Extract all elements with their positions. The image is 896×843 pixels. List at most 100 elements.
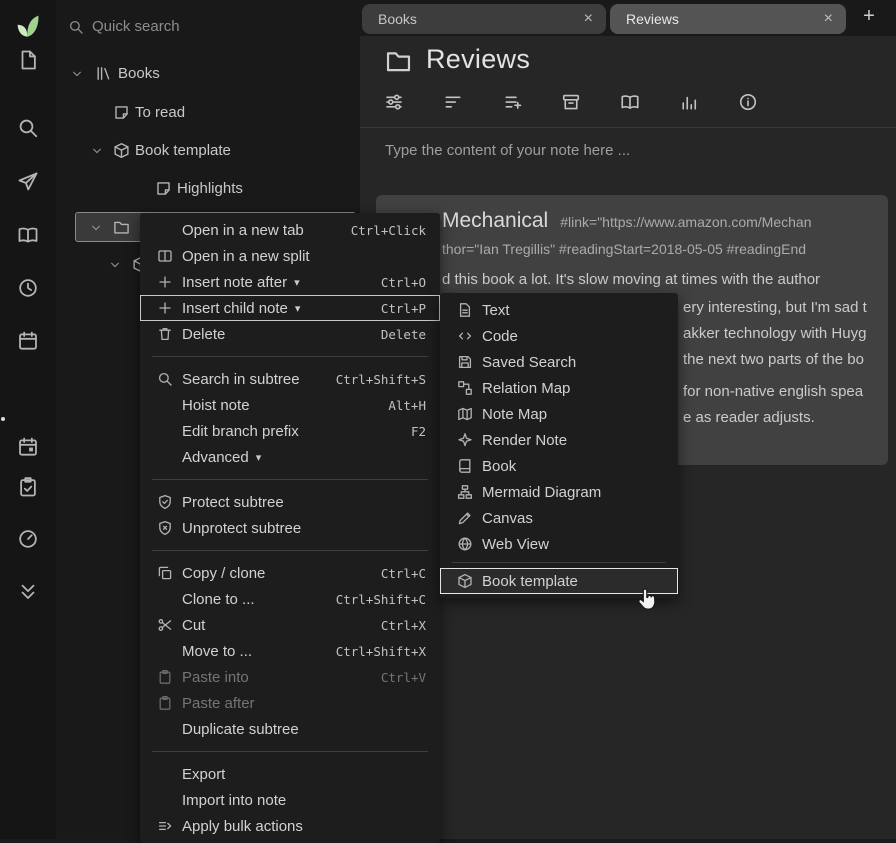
clipboard-check-icon[interactable] (17, 476, 39, 498)
menu-item-label: Unprotect subtree (182, 520, 301, 537)
history-icon[interactable] (17, 277, 39, 299)
menu-item-web-view[interactable]: Web View (440, 531, 678, 557)
menu-item-copy-clone[interactable]: Copy / clone Ctrl+C (140, 560, 440, 586)
tree-item-book-template[interactable]: Book template (56, 136, 360, 166)
launcher-indicator-dot (1, 417, 5, 421)
plus-icon (156, 274, 174, 290)
menu-item-note-map[interactable]: Note Map (440, 401, 678, 427)
menu-item-book[interactable]: Book (440, 453, 678, 479)
ribbon-bar-chart-icon[interactable] (679, 92, 699, 112)
menu-item-relation-map[interactable]: Relation Map (440, 375, 678, 401)
menu-item-import-into-note[interactable]: Import into note (140, 787, 440, 813)
collapse-icon[interactable] (17, 581, 39, 603)
menu-item-insert-note-after[interactable]: Insert note after▾Ctrl+O (140, 269, 440, 295)
ribbon-info-icon[interactable] (738, 92, 758, 112)
note-type-submenu: Text CodeSaved SearchRelation MapNote Map… (440, 293, 678, 598)
menu-item-clone-to[interactable]: Clone to ...Ctrl+Shift+C (140, 586, 440, 612)
chevron-down-icon[interactable] (70, 67, 84, 81)
menu-item-label: Open in a new tab (182, 222, 304, 239)
submenu-caret-icon: ▾ (295, 302, 301, 315)
blank (156, 591, 174, 607)
menu-item-protect-subtree[interactable]: Protect subtree (140, 489, 440, 515)
calendar-icon[interactable] (17, 330, 39, 352)
menu-item-label: Cut (182, 617, 205, 634)
gauge-icon[interactable] (17, 528, 39, 550)
menu-item-render-note[interactable]: Render Note (440, 427, 678, 453)
chevron-down-icon[interactable] (108, 258, 122, 272)
tab-close-icon[interactable]: × (584, 11, 593, 27)
menu-item-hoist-note[interactable]: Hoist noteAlt+H (140, 392, 440, 418)
tree-item-to-read[interactable]: To read (56, 98, 360, 128)
menu-item-label: Insert note after (182, 274, 287, 291)
ribbon-sort-lines-icon[interactable] (443, 92, 463, 112)
book-open-icon[interactable] (17, 224, 39, 246)
shield-check-icon (156, 494, 174, 510)
pencil-icon (456, 510, 474, 526)
new-tab-button[interactable]: + (858, 5, 880, 28)
tab-bar: + Books×Reviews× (360, 0, 896, 36)
editor-placeholder[interactable]: Type the content of your note here ... (385, 142, 630, 159)
book-title: Mechanical (442, 209, 548, 232)
ribbon-book-open-icon[interactable] (620, 92, 640, 112)
menu-item-label: Advanced (182, 449, 249, 466)
search-icon[interactable] (17, 117, 39, 139)
ribbon-archive-icon[interactable] (561, 92, 581, 112)
menu-item-unprotect-subtree[interactable]: Unprotect subtree (140, 515, 440, 541)
tab-books[interactable]: Books× (362, 4, 606, 34)
menu-item-label: Export (182, 766, 225, 783)
tree-item-books[interactable]: Books (56, 59, 360, 89)
quick-search-input[interactable]: Quick search (56, 8, 360, 44)
menu-item-label: Apply bulk actions (182, 818, 303, 835)
menu-item-label: Text (482, 302, 510, 319)
menu-item-label: Move to ... (182, 643, 252, 660)
menu-item-saved-search[interactable]: Saved Search (440, 349, 678, 375)
tab-close-icon[interactable]: × (824, 11, 833, 27)
menu-item-edit-branch-prefix[interactable]: Edit branch prefixF2 (140, 418, 440, 444)
chevron-down-icon[interactable] (89, 221, 103, 235)
menu-item-label: Hoist note (182, 397, 250, 414)
submenu-caret-icon: ▾ (294, 276, 300, 289)
menu-item-export[interactable]: Export (140, 761, 440, 787)
menu-item-delete[interactable]: DeleteDelete (140, 321, 440, 347)
menu-separator (152, 751, 428, 752)
menu-item-move-to[interactable]: Move to ... Ctrl+Shift+X (140, 638, 440, 664)
menu-item-insert-child-note[interactable]: Insert child note▾Ctrl+P (140, 295, 440, 321)
book-attributes-line: thor="Ian Tregillis" #readingStart=2018-… (442, 241, 806, 257)
file-text-icon (456, 302, 474, 318)
menu-item-open-in-a-new-tab[interactable]: Open in a new tabCtrl+Click (140, 217, 440, 243)
menu-item-shortcut: Ctrl+Shift+X (336, 644, 426, 659)
menu-item-advanced[interactable]: Advanced ▾ (140, 444, 440, 470)
flowchart-icon (456, 484, 474, 500)
chevron-down-icon[interactable] (90, 144, 104, 158)
menu-item-duplicate-subtree[interactable]: Duplicate subtree (140, 716, 440, 742)
tab-reviews[interactable]: Reviews× (610, 4, 846, 34)
bulk-actions-icon (156, 818, 174, 834)
menu-item-shortcut: Ctrl+X (381, 618, 426, 633)
tree-item-label: Book template (135, 142, 231, 159)
send-icon[interactable] (17, 171, 39, 193)
submenu-caret-icon: ▾ (256, 451, 262, 464)
menu-item-mermaid-diagram[interactable]: Mermaid Diagram (440, 479, 678, 505)
menu-item-search-in-subtree[interactable]: Search in subtreeCtrl+Shift+S (140, 366, 440, 392)
calendar-event-icon[interactable] (17, 436, 39, 458)
folder-icon (385, 48, 412, 75)
blank (156, 423, 174, 439)
search-icon (68, 19, 84, 35)
menu-item-apply-bulk-actions[interactable]: Apply bulk actions (140, 813, 440, 839)
menu-item-text[interactable]: Text (440, 297, 678, 323)
menu-item-label: Web View (482, 536, 549, 553)
document-icon[interactable] (17, 49, 39, 71)
ribbon-list-plus-icon[interactable] (503, 92, 523, 112)
menu-item-label: Copy / clone (182, 565, 265, 582)
menu-item-open-in-a-new-split[interactable]: Open in a new split (140, 243, 440, 269)
menu-item-book-template[interactable]: Book template (440, 568, 678, 594)
menu-item-canvas[interactable]: Canvas (440, 505, 678, 531)
quick-search-placeholder: Quick search (92, 18, 180, 35)
menu-item-shortcut: Ctrl+C (381, 566, 426, 581)
ribbon-sliders-icon[interactable] (384, 92, 404, 112)
book-review-line: for non-native english spea (683, 383, 863, 400)
tree-item-highlights[interactable]: Highlights (56, 174, 360, 204)
menu-item-label: Canvas (482, 510, 533, 527)
menu-item-cut[interactable]: Cut Ctrl+X (140, 612, 440, 638)
menu-item-code[interactable]: Code (440, 323, 678, 349)
